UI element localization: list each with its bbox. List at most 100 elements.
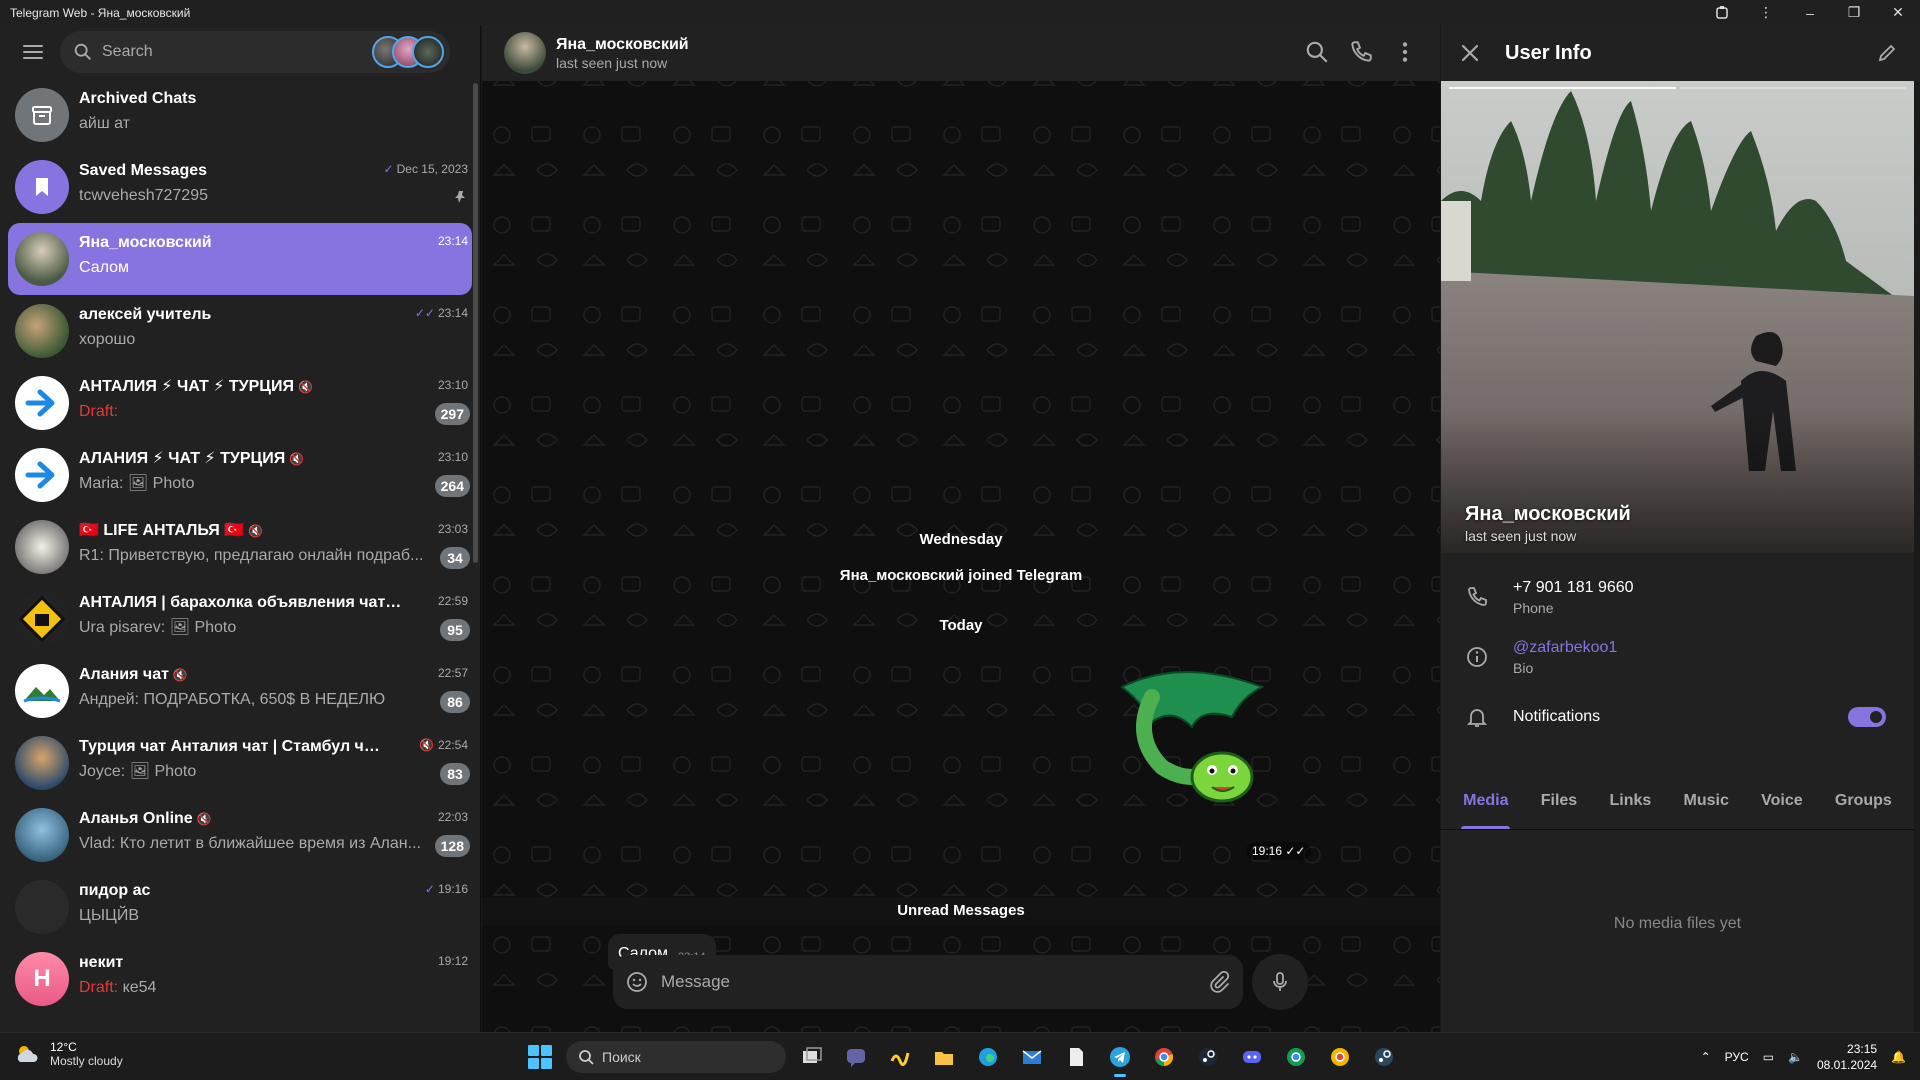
microphone-button[interactable]	[1252, 954, 1308, 1010]
weather-widget[interactable]: 12°C Mostly cloudy	[14, 1040, 123, 1068]
unread-badge: 297	[434, 403, 470, 425]
phone-row[interactable]: +7 901 181 9660 Phone	[1441, 569, 1914, 625]
message-composer[interactable]	[613, 955, 1243, 1009]
chat-item-yana[interactable]: Яна_московский Салом 23:14	[8, 223, 472, 295]
notification-bell-icon[interactable]: 🔔	[1891, 1050, 1906, 1064]
chevron-up-icon[interactable]: ⌃	[1701, 1050, 1711, 1064]
network-icon[interactable]: ▭	[1763, 1050, 1774, 1064]
chat-header[interactable]: Яна_московский last seen just now	[482, 25, 1440, 81]
microphone-icon	[1273, 972, 1287, 991]
search-icon[interactable]	[1304, 39, 1330, 65]
yandex-music-icon[interactable]	[884, 1041, 916, 1073]
taskbar-search[interactable]: Поиск	[566, 1041, 786, 1073]
chat-preview: Maria: 🖼 Photo	[79, 475, 195, 492]
input-language[interactable]: РУС	[1725, 1050, 1749, 1064]
avatar[interactable]	[504, 32, 546, 74]
profile-photo[interactable]	[1441, 81, 1914, 553]
restore-button[interactable]: ❐	[1832, 0, 1876, 25]
service-message: Яна_московский joined Telegram	[839, 567, 1083, 584]
chat-preview: айш ат	[79, 115, 130, 132]
close-icon[interactable]	[1459, 42, 1481, 64]
chat-item-life-antalya[interactable]: 🇹🇷 LIFE АНТАЛЬЯ 🇹🇷 🔇 R1: Приветствую, пре…	[8, 511, 472, 583]
user-info-scrollbar[interactable]	[1914, 81, 1920, 1032]
chat-title: Аланья Online	[79, 810, 193, 827]
discord-icon[interactable]	[1236, 1041, 1268, 1073]
bio-row[interactable]: @zafarbekoo1 Bio	[1441, 629, 1914, 685]
telegram-icon[interactable]	[1104, 1041, 1136, 1077]
story-avatar[interactable]	[412, 36, 444, 68]
avatar	[15, 520, 69, 574]
steam-icon[interactable]	[1192, 1041, 1224, 1073]
search-icon	[74, 43, 91, 60]
minimize-button[interactable]: –	[1788, 0, 1832, 25]
chat-item-turkey-chat[interactable]: Турция чат Анталия чат | Стамбул чат| А.…	[8, 727, 472, 799]
chat-preview: ЦЫЦЙВ	[79, 907, 140, 924]
chat-item-archived[interactable]: Archived Chats айш ат	[8, 79, 472, 151]
close-window-button[interactable]: ✕	[1876, 0, 1920, 25]
clock[interactable]: 23:15 08.01.2024	[1817, 1041, 1877, 1073]
unread-badge: 83	[440, 763, 470, 785]
extensions-icon[interactable]	[1700, 0, 1744, 25]
chat-preview: Vlad: Кто летит в ближайшее время из Ала…	[79, 835, 421, 852]
empty-media-text: No media files yet	[1613, 915, 1742, 932]
chat-item-alanya-online[interactable]: Аланья Online 🔇 Vlad: Кто летит в ближайш…	[8, 799, 472, 871]
chat-preview: ке54	[122, 979, 157, 996]
mail-icon[interactable]	[1016, 1041, 1048, 1073]
edge-browser-icon[interactable]	[972, 1041, 1004, 1073]
chat-title: некит	[79, 954, 124, 971]
avatar	[15, 232, 69, 286]
cloud-sun-icon	[17, 1046, 38, 1062]
bell-icon	[1466, 709, 1488, 727]
tab-music[interactable]: Music	[1684, 774, 1729, 829]
tab-voice[interactable]: Voice	[1761, 774, 1803, 829]
chat-time: 22:03	[437, 810, 468, 824]
message-input[interactable]	[661, 972, 1207, 992]
notifications-toggle[interactable]	[1848, 707, 1886, 727]
chat-title: Турция чат Анталия чат | Стамбул чат| А.…	[79, 738, 415, 755]
chat-item-11[interactable]: пидор ас ЦЫЦЙВ ✓ 19:16	[8, 871, 472, 943]
chat-list-scrollbar[interactable]	[473, 83, 478, 563]
chat-preview: хорошо	[79, 331, 136, 348]
emoji-icon[interactable]	[625, 970, 649, 994]
tab-files[interactable]: Files	[1541, 774, 1577, 829]
start-button[interactable]	[528, 1045, 552, 1069]
draft-label: Draft:	[79, 979, 119, 996]
chat-item-aleksey[interactable]: алексей учитель хорошо ✓✓ 23:14	[8, 295, 472, 367]
stories-avatars[interactable]	[372, 36, 444, 68]
search-box[interactable]	[60, 31, 450, 73]
more-vertical-icon[interactable]	[1392, 39, 1418, 65]
chat-title: АНТАЛИЯ | барахолка объявления чат	[79, 594, 386, 611]
date-separator: Wednesday	[919, 531, 1003, 548]
steam-icon[interactable]	[1368, 1041, 1400, 1073]
tab-groups[interactable]: Groups	[1835, 774, 1892, 829]
chat-time: 22:54	[437, 738, 468, 752]
taskbar-search-label: Поиск	[602, 1049, 641, 1065]
chat-item-saved-messages[interactable]: Saved Messages tcwvehesh727295 ✓ Dec 15, …	[8, 151, 472, 223]
clock-time: 23:15	[1847, 1042, 1878, 1056]
chrome-profile-icon[interactable]	[1280, 1041, 1312, 1073]
file-explorer-icon[interactable]	[928, 1041, 960, 1073]
chat-item-nekit[interactable]: Н некит Draft: ке54 19:12	[8, 943, 472, 1015]
chrome-profile-icon[interactable]	[1324, 1041, 1356, 1073]
chat-item-antalya-chat[interactable]: АНТАЛИЯ ⚡ ЧАТ ⚡ ТУРЦИЯ 🔇 Draft: 23:10 297	[8, 367, 472, 439]
chat-item-alanya-chat[interactable]: АЛАНИЯ ⚡ ЧАТ ⚡ ТУРЦИЯ 🔇 Maria: 🖼 Photo 23…	[8, 439, 472, 511]
edit-pencil-icon[interactable]	[1876, 42, 1898, 64]
chat-item-alania-chat[interactable]: Алания чат 🔇 Андрей: ПОДРАБОТКА, 650$ В Н…	[8, 655, 472, 727]
main-menu-button[interactable]	[12, 31, 54, 73]
phone-call-icon[interactable]	[1348, 39, 1374, 65]
tab-links[interactable]: Links	[1609, 774, 1651, 829]
notifications-row[interactable]: Notifications	[1441, 689, 1914, 745]
chat-item-antalya-flea-market[interactable]: АНТАЛИЯ | барахолка объявления чат 🔇 Ura …	[8, 583, 472, 655]
shared-media-tabs: Media Files Links Music Voice Groups	[1441, 774, 1914, 830]
bio-text[interactable]: @zafarbekoo1	[1513, 639, 1617, 657]
volume-icon[interactable]: 🔈	[1788, 1050, 1803, 1064]
chrome-icon[interactable]	[1148, 1041, 1180, 1073]
more-menu-icon[interactable]: ⋮	[1744, 0, 1788, 25]
attach-icon[interactable]	[1207, 970, 1231, 994]
teams-chat-icon[interactable]	[840, 1041, 872, 1073]
task-view-icon[interactable]	[796, 1041, 828, 1073]
snake-sticker[interactable]	[1112, 657, 1272, 817]
avatar	[15, 304, 69, 358]
tab-media[interactable]: Media	[1461, 774, 1511, 829]
document-icon[interactable]	[1060, 1041, 1092, 1073]
